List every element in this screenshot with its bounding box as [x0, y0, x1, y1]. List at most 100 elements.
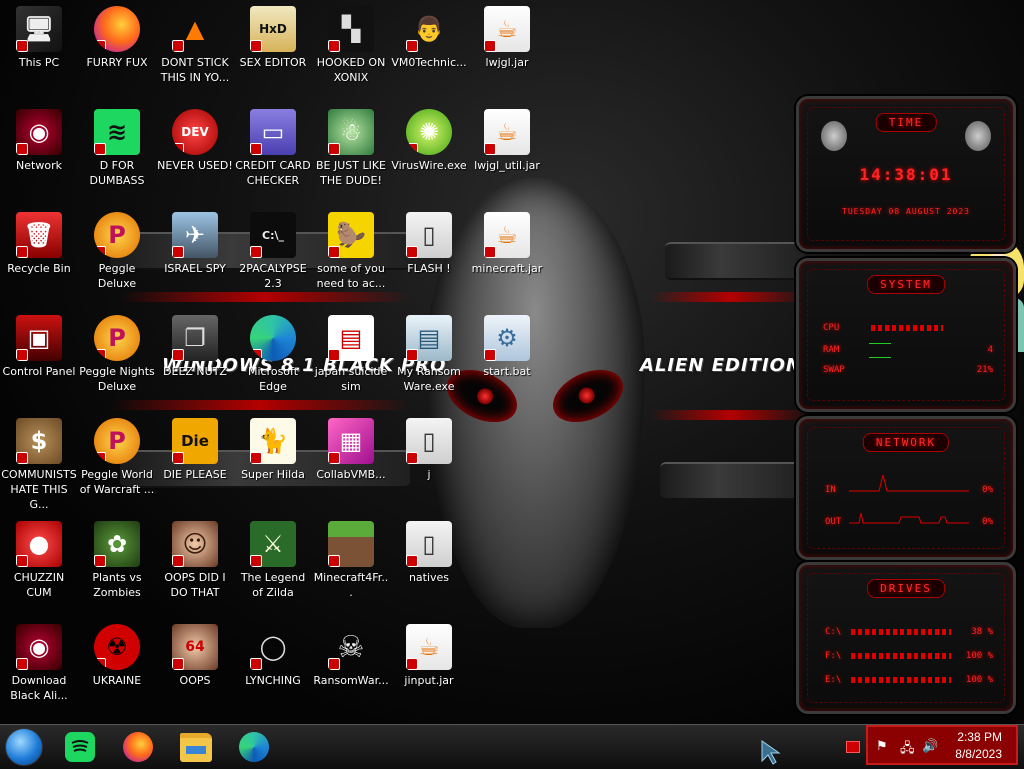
drive-f-value: 100 %: [965, 651, 993, 661]
shortcut-badge-icon: [484, 246, 496, 258]
network-gadget-title: NETWORK: [862, 433, 950, 452]
desktop-icon-ukraine[interactable]: ☢ UKRAINE: [78, 624, 156, 688]
desktop-icon-vm0technic[interactable]: 👨 VM0Technic...: [390, 6, 468, 70]
desktop-icon-minecraft4fr[interactable]: Minecraft4Fr...: [312, 521, 390, 600]
desktop-icon-ransomwar[interactable]: ☠ RansomWar...: [312, 624, 390, 688]
desktop-icon-peggle-nights-deluxe[interactable]: P Peggle Nights Deluxe: [78, 315, 156, 394]
desktop-icon-super-hilda[interactable]: 🐈 Super Hilda: [234, 418, 312, 482]
window-app-icon: ▤: [406, 315, 452, 361]
shortcut-badge-icon: [250, 143, 262, 155]
desktop-icon-network[interactable]: ◉ Network: [0, 109, 78, 173]
shortcut-badge-icon: [406, 349, 418, 361]
desktop-icon-the-legend-of-zilda[interactable]: ⚔ The Legend of Zilda: [234, 521, 312, 600]
terminal-icon: C:\_: [250, 212, 296, 258]
start-orb-button[interactable]: [4, 728, 44, 766]
drive-c-bar: [851, 629, 951, 635]
desktop-icon-peggle-deluxe[interactable]: P Peggle Deluxe: [78, 212, 156, 291]
desktop-icon-collabvmb[interactable]: ▦ CollabVMB...: [312, 418, 390, 482]
desktop-icon-jinput-jar[interactable]: ☕ jinput.jar: [390, 624, 468, 688]
desktop-icon-israel-spy[interactable]: ✈ ISRAEL SPY: [156, 212, 234, 276]
desktop-icon-plants-vs-zombies[interactable]: ✿ Plants vs Zombies: [78, 521, 156, 600]
desktop-icon-japan-suicide-sim[interactable]: ▤ japan suicide sim: [312, 315, 390, 394]
portrait-64-icon: 64: [172, 624, 218, 670]
desktop-icon-label: Network: [16, 159, 62, 172]
desktop-icon-be-just-like-the-dude[interactable]: ☃ BE JUST LIKE THE DUDE!: [312, 109, 390, 188]
desktop-icon-chuzzin-cum[interactable]: ● CHUZZIN CUM: [0, 521, 78, 600]
folder-icon: [180, 732, 212, 762]
desktop-icon-2pacalypse-2-3[interactable]: C:\_ 2PACALYPSE 2.3: [234, 212, 312, 291]
taskbar-edge-button[interactable]: [234, 729, 274, 765]
taskbar-firefox-button[interactable]: [118, 729, 158, 765]
desktop-icon-flash[interactable]: ▯ FLASH !: [390, 212, 468, 276]
desktop-icon-hooked-on-xonix[interactable]: ▚ HOOKED ON XONIX: [312, 6, 390, 85]
desktop-icon-natives[interactable]: ▯ natives: [390, 521, 468, 585]
desktop-icon-deez-nutz[interactable]: ❐ DEEZ NUTZ: [156, 315, 234, 379]
desktop-icon-control-panel[interactable]: ▣ Control Panel: [0, 315, 78, 379]
desktop-icon-start-bat[interactable]: ⚙ start.bat: [468, 315, 546, 379]
desktop-icon-never-used[interactable]: DEV NEVER USED!: [156, 109, 234, 173]
desktop-icon-oops[interactable]: 64 OOPS: [156, 624, 234, 688]
desktop-icon-recycle-bin[interactable]: 🗑 Recycle Bin: [0, 212, 78, 276]
swap-graph-line: [869, 357, 891, 358]
desktop-icon-label: minecraft.jar: [471, 262, 543, 275]
drives-gadget[interactable]: DRIVES C:\ 38 % F:\ 100 % E:\ 100 %: [796, 562, 1016, 714]
shortcut-badge-icon: [406, 40, 418, 52]
alien-head-icon: [965, 121, 991, 151]
document-icon: ▯: [406, 212, 452, 258]
taskbar-spotify-button[interactable]: [60, 729, 100, 765]
desktop-icon-peggle-world-of-warcraft[interactable]: P Peggle World of Warcraft ...: [78, 418, 156, 497]
noose-icon: ◯: [250, 624, 296, 670]
desktop-icon-die-please[interactable]: Die DIE PLEASE: [156, 418, 234, 482]
shortcut-badge-icon: [250, 246, 262, 258]
wallpaper-red-streak-right: [650, 292, 810, 302]
volume-icon[interactable]: 🔊: [922, 739, 938, 754]
desktop-icon-furry-fux[interactable]: FURRY FUX: [78, 6, 156, 70]
desktop-icon-this-pc[interactable]: 🖥 This PC: [0, 6, 78, 70]
desktop-icon-microsoft-edge[interactable]: Microsoft Edge: [234, 315, 312, 394]
taskbar-clock[interactable]: 2:38 PM 8/8/2023: [955, 729, 1002, 763]
desktop-icon-download-black-ali[interactable]: ◉ Download Black Ali...: [0, 624, 78, 703]
desktop-icon-label: lwjgl.jar: [485, 56, 529, 69]
desktop-icon-lwjgl-jar[interactable]: ☕ lwjgl.jar: [468, 6, 546, 70]
desktop-icon-label: OOPS: [179, 674, 211, 687]
system-gadget[interactable]: SYSTEM CPU RAM 4 SWAP 21%: [796, 258, 1016, 412]
desktop-icon-lynching[interactable]: ◯ LYNCHING: [234, 624, 312, 688]
swap-label: SWAP: [823, 365, 845, 375]
shortcut-badge-icon: [16, 452, 28, 464]
action-center-flag-icon[interactable]: ⚑: [876, 739, 888, 754]
doctor-icon: 👨: [406, 6, 452, 52]
desktop-icon-my-ransom-ware-exe[interactable]: ▤ My Ransom Ware.exe: [390, 315, 468, 394]
desktop-icon-some-of-you-need-to-ac[interactable]: 🦫 some of you need to ac...: [312, 212, 390, 291]
time-gadget[interactable]: TIME 14:38:01 TUESDAY 08 AUGUST 2023: [796, 96, 1016, 252]
desktop-icon-sex-editor[interactable]: HxD SEX EDITOR: [234, 6, 312, 70]
shortcut-badge-icon: [94, 555, 106, 567]
desktop-icon-credit-card-checker[interactable]: ▭ CREDIT CARD CHECKER: [234, 109, 312, 188]
network-status-icon[interactable]: 🖧: [900, 739, 915, 761]
desktop-icon-minecraft-jar[interactable]: ☕ minecraft.jar: [468, 212, 546, 276]
mouse-cursor-icon: [761, 740, 781, 765]
desktop-icon-communists-hate-this-g[interactable]: $ COMMUNISTS HATE THIS G...: [0, 418, 78, 512]
spotify-icon: ≋: [94, 109, 140, 155]
taskbar-clock-time: 2:38 PM: [957, 730, 1002, 744]
tray-overflow-icon[interactable]: [846, 741, 860, 753]
desktop-icon-d-for-dumbass[interactable]: ≋ D FOR DUMBASS: [78, 109, 156, 188]
desktop-icon-dont-stick-this-in-yo[interactable]: ▲ DONT STICK THIS IN YO...: [156, 6, 234, 85]
shortcut-badge-icon: [406, 555, 418, 567]
network-gadget[interactable]: NETWORK IN 0% OUT 0%: [796, 416, 1016, 560]
desktop-icon-label: UKRAINE: [92, 674, 142, 687]
shortcut-badge-icon: [406, 452, 418, 464]
desktop-icon-oops-did-i-do-that[interactable]: ☺ OOPS DID I DO THAT: [156, 521, 234, 600]
taskbar-file-explorer-button[interactable]: [176, 729, 216, 765]
spotify-icon: [65, 732, 95, 762]
skull-icon: ☠: [328, 624, 374, 670]
network-in-value: 0%: [982, 485, 993, 495]
shortcut-badge-icon: [250, 349, 262, 361]
edge-icon: [239, 732, 269, 762]
desktop-icon-j[interactable]: ▯ j: [390, 418, 468, 482]
wallpaper-red-streak-right-lower: [650, 410, 810, 420]
wallpaper-panel-right: [665, 242, 805, 280]
desktop-icon-lwjgl-util-jar[interactable]: ☕ lwjgl_util.jar: [468, 109, 546, 173]
shortcut-badge-icon: [250, 452, 262, 464]
desktop-icon-viruswire-exe[interactable]: ✺ VirusWire.exe: [390, 109, 468, 173]
shortcut-badge-icon: [16, 246, 28, 258]
